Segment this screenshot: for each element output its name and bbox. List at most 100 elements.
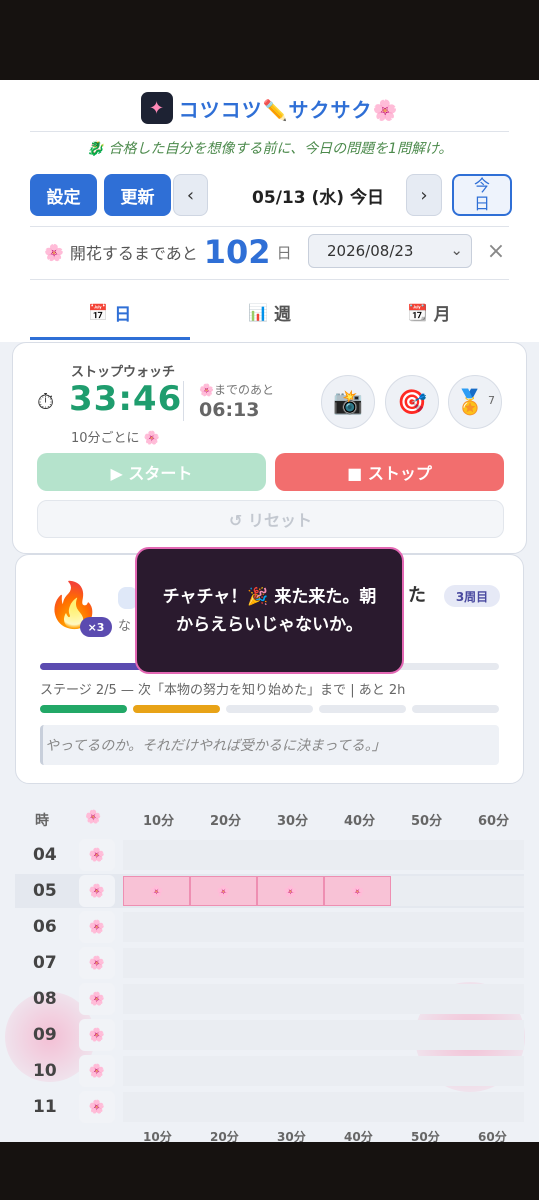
hour-column-header: 時 [35, 813, 49, 829]
minute-column-footer: 10分 [143, 1130, 172, 1142]
hour-row: 11 🌸 [15, 1090, 524, 1124]
tab-label: 月 [433, 304, 451, 325]
hour-flower-icon: 🌸 [79, 983, 115, 1015]
hour-flower-icon: 🌸 [79, 875, 115, 907]
today-button[interactable]: 今日 [452, 174, 512, 216]
week-count-badge: 3周目 [444, 585, 500, 607]
flower-column-header: 🌸 [85, 810, 102, 825]
target-icon: 🎯 [397, 388, 427, 416]
minute-slots[interactable] [123, 1092, 524, 1122]
chacha-message-toast: チャチャ！🎉 来た来た。朝からえらいじゃないか。 [135, 547, 404, 674]
stopwatch-icon: ⏱ [37, 390, 55, 415]
divider [30, 131, 509, 132]
divider [183, 381, 184, 421]
filled-slot[interactable]: 🌸 [324, 876, 391, 906]
hour-row: 05 🌸 🌸 🌸 🌸 🌸 [15, 874, 524, 908]
countdown-unit: 日 [276, 243, 292, 262]
tab-label: 週 [273, 304, 291, 325]
minute-slots[interactable] [123, 912, 524, 942]
minute-slots[interactable] [123, 1056, 524, 1086]
close-icon[interactable]: × [484, 236, 508, 266]
stage-segment [133, 705, 220, 713]
hour-flower-icon: 🌸 [79, 1019, 115, 1051]
motivation-quote: やってるのか。それだけやれば受かるに決まってる。」 [40, 725, 499, 765]
minute-column-footer: 30分 [277, 1130, 306, 1142]
header: ✦ コツコツ✏️サクサク🌸 🐉 合格した自分を想像する前に、今日の問題を1問解け… [0, 80, 539, 342]
tab-week[interactable]: 📊 週 [190, 284, 350, 340]
minute-slots[interactable] [123, 984, 524, 1014]
minute-slots[interactable] [123, 948, 524, 978]
prev-day-button[interactable]: ‹ [173, 174, 208, 216]
system-nav-bar [0, 1142, 539, 1200]
streak-subtitle: な [118, 619, 132, 634]
stop-button[interactable]: ■ ストップ [275, 453, 504, 491]
tab-label: 日 [114, 304, 132, 325]
minute-column-footer: 40分 [344, 1130, 373, 1142]
hour-label: 05 [33, 881, 57, 901]
medal-button[interactable]: 🏅 7 [448, 375, 502, 429]
camera-button[interactable]: 📸 [321, 375, 375, 429]
hour-label: 10 [33, 1061, 57, 1081]
stage-text: ステージ 2/5 — 次「本物の努力を知り始めた」まで | あと 2h [40, 683, 406, 698]
hour-label: 04 [33, 845, 57, 865]
filled-slot[interactable]: 🌸 [123, 876, 190, 906]
minute-slots[interactable] [123, 1020, 524, 1050]
current-date-label: 05/13 (水) 今日 [252, 187, 384, 208]
minute-column-header: 10分 [143, 814, 175, 829]
medal-icon: 🏅 [455, 388, 485, 416]
bloom-countdown: 🌸 開花するまであと 102 日 [44, 232, 292, 272]
stopwatch-card: ⏱ ストップウォッチ 33:46 10分ごとに 🌸 🌸までのあと 06:13 📸… [12, 342, 527, 554]
target-date-select[interactable]: 2026/08/23 ⌄ [308, 234, 472, 268]
tab-day[interactable]: 📅 日 [30, 284, 190, 340]
minute-column-header: 50分 [411, 814, 443, 829]
date-nav: 設定 更新 ‹ 05/13 (水) 今日 › 今日 [30, 174, 512, 216]
app-title: コツコツ✏️サクサク🌸 [178, 97, 399, 122]
bar-chart-icon: 📊 [248, 302, 268, 322]
hour-label: 08 [33, 989, 57, 1009]
app-screen: ✦ コツコツ✏️サクサク🌸 🐉 合格した自分を想像する前に、今日の問題を1問解け… [0, 80, 539, 1142]
next-day-button[interactable]: › [406, 174, 442, 216]
target-date-value: 2026/08/23 [327, 242, 414, 260]
minute-slots[interactable] [123, 840, 524, 870]
stage-segment [412, 705, 499, 713]
today-label: 今日 [473, 176, 490, 213]
stopwatch-time: 33:46 [69, 379, 183, 419]
tab-month[interactable]: 📆 月 [349, 284, 509, 340]
start-button[interactable]: ▶ スタート [37, 453, 266, 491]
remaining-time: 06:13 [199, 399, 260, 421]
filled-slot[interactable]: 🌸 [190, 876, 257, 906]
camera-icon: 📸 [333, 388, 363, 416]
countdown-prefix: 開花するまであと [69, 244, 198, 263]
chevron-down-icon: ⌄ [450, 241, 463, 259]
minute-column-footer: 20分 [210, 1130, 239, 1142]
divider [30, 279, 509, 280]
settings-button[interactable]: 設定 [30, 174, 97, 216]
streak-multiplier-badge: ×3 [80, 617, 112, 637]
stopwatch-interval-note: 10分ごとに 🌸 [71, 431, 160, 446]
title-row: ✦ コツコツ✏️サクサク🌸 [0, 90, 539, 126]
hour-label: 11 [33, 1097, 57, 1117]
hour-row: 06 🌸 [15, 910, 524, 944]
divider [30, 226, 509, 227]
filled-slot[interactable]: 🌸 [257, 876, 324, 906]
reset-button[interactable]: ↺ リセット [37, 500, 504, 538]
hour-row: 08 🌸 [15, 982, 524, 1016]
minute-slots[interactable]: 🌸 🌸 🌸 🌸 [123, 876, 524, 906]
hour-row: 04 🌸 [15, 838, 524, 872]
refresh-button[interactable]: 更新 [104, 174, 171, 216]
stage-segment [40, 705, 127, 713]
hour-label: 06 [33, 917, 57, 937]
minute-column-header: 60分 [478, 814, 510, 829]
calendar-month-icon: 📆 [407, 302, 428, 322]
motto-text: 🐉 合格した自分を想像する前に、今日の問題を1問解け。 [86, 141, 453, 157]
hour-flower-icon: 🌸 [79, 911, 115, 943]
minute-column-header: 30分 [277, 814, 309, 829]
hour-flower-icon: 🌸 [79, 839, 115, 871]
hour-row: 09 🌸 [15, 1018, 524, 1052]
hour-row: 07 🌸 [15, 946, 524, 980]
time-grid: 時 🌸 10分 10分 20分 20分 30分 30分 40分 40分 50分 50分 60分 60分… [5, 802, 525, 1142]
goal-button[interactable]: 🎯 [385, 375, 439, 429]
hour-row: 10 🌸 [15, 1054, 524, 1088]
remaining-label: 🌸までのあと [199, 383, 274, 397]
calendar-icon: 📅 [88, 302, 109, 322]
